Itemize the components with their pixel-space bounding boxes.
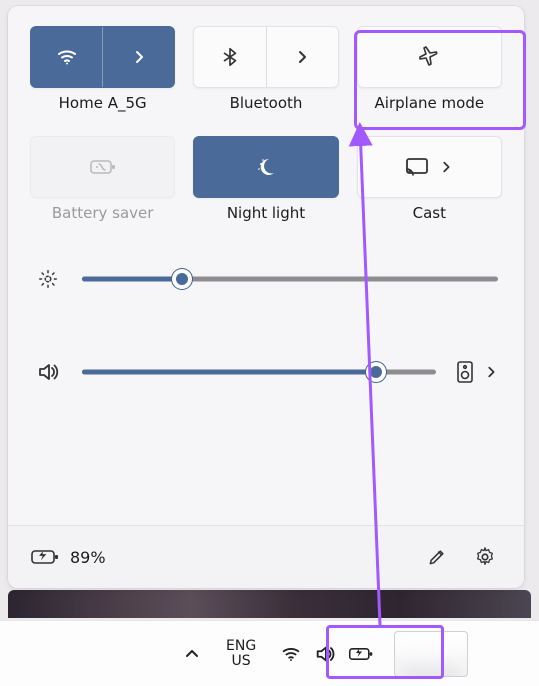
- battery-charging-icon: [348, 645, 374, 663]
- wifi-tile[interactable]: [30, 26, 175, 88]
- language-line2: US: [232, 654, 251, 669]
- system-tray-button[interactable]: [270, 639, 384, 669]
- audio-output-expand[interactable]: [484, 365, 498, 379]
- panel-footer: 89%: [8, 525, 524, 588]
- gear-icon: [474, 546, 496, 568]
- bluetooth-tile[interactable]: [193, 26, 338, 88]
- wifi-toggle[interactable]: [31, 27, 102, 87]
- taskbar-preview-thumbnail[interactable]: [394, 631, 468, 677]
- airplane-mode-tile[interactable]: [357, 26, 502, 88]
- volume-icon: [314, 643, 336, 665]
- wifi-icon: [55, 45, 79, 69]
- battery-status[interactable]: 89%: [30, 547, 106, 567]
- volume-icon: [34, 360, 62, 384]
- cast-icon: [405, 157, 429, 177]
- cast-label: Cast: [357, 204, 502, 222]
- brightness-row: [34, 268, 498, 290]
- pencil-icon: [427, 547, 447, 567]
- edit-quick-settings-button[interactable]: [420, 540, 454, 574]
- volume-row: [34, 360, 498, 384]
- night-light-icon: [254, 155, 278, 179]
- airplane-mode-label: Airplane mode: [357, 94, 502, 112]
- speaker-device-icon: [456, 360, 474, 384]
- wifi-expand-button[interactable]: [103, 27, 174, 87]
- audio-output-button[interactable]: [456, 360, 474, 384]
- language-switcher[interactable]: ENG US: [216, 639, 266, 669]
- night-light-label: Night light: [193, 204, 338, 222]
- chevron-right-icon: [439, 160, 453, 174]
- language-line1: ENG: [226, 639, 256, 654]
- chevron-right-icon: [131, 49, 147, 65]
- quick-settings-grid: Home A_5G Bluetooth Airpla: [30, 26, 502, 236]
- bluetooth-label: Bluetooth: [193, 94, 338, 112]
- battery-saver-tile: [30, 136, 175, 198]
- chevron-right-icon: [294, 49, 310, 65]
- bluetooth-expand-button[interactable]: [267, 27, 338, 87]
- chevron-right-icon: [484, 365, 498, 379]
- battery-charging-icon: [30, 547, 60, 567]
- settings-button[interactable]: [468, 540, 502, 574]
- battery-saver-icon: [89, 157, 117, 177]
- wifi-icon: [280, 643, 302, 665]
- airplane-icon: [417, 45, 441, 69]
- night-light-tile[interactable]: [193, 136, 338, 198]
- brightness-slider[interactable]: [82, 270, 498, 288]
- bluetooth-icon: [219, 46, 241, 68]
- volume-slider[interactable]: [82, 363, 436, 381]
- desktop-wallpaper-strip: [8, 590, 531, 618]
- sliders-section: [30, 268, 502, 384]
- bluetooth-toggle[interactable]: [194, 27, 265, 87]
- battery-saver-label: Battery saver: [30, 204, 175, 222]
- brightness-icon: [34, 268, 62, 290]
- quick-settings-panel: Home A_5G Bluetooth Airpla: [8, 6, 524, 588]
- tray-overflow-button[interactable]: [172, 634, 212, 674]
- battery-percent-text: 89%: [70, 548, 106, 567]
- cast-tile[interactable]: [357, 136, 502, 198]
- wifi-label: Home A_5G: [30, 94, 175, 112]
- taskbar: ENG US: [0, 620, 539, 686]
- chevron-up-icon: [184, 646, 200, 662]
